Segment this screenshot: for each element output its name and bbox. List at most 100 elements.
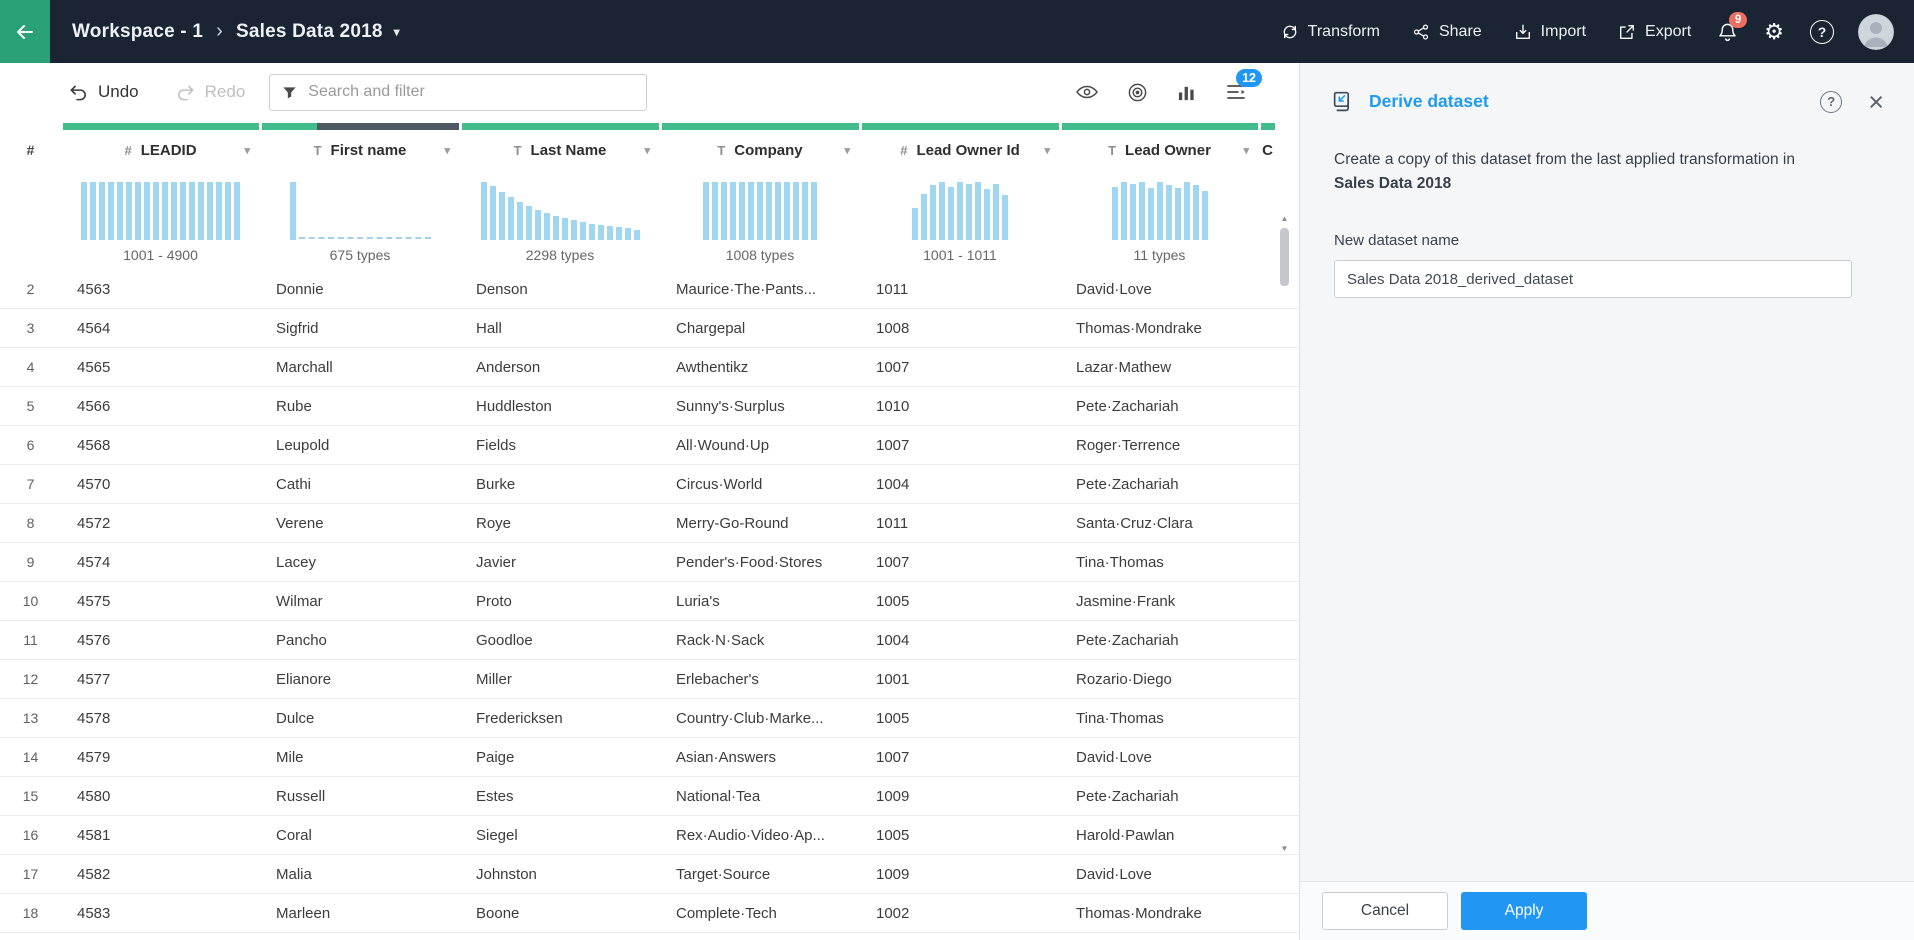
column-histogram[interactable]: 11 types [1060,170,1259,270]
column-header[interactable]: TCompany▾ [660,130,860,170]
histogram-bar [730,182,736,240]
table-cell: Rack·N·Sack [660,632,860,649]
table-cell: Proto [460,593,660,610]
histogram-bar [508,197,514,240]
table-cell: Erlebacher's [660,671,860,688]
scroll-down-icon[interactable]: ▼ [1278,842,1291,856]
table-row: 84572VereneRoyeMerry-Go-Round1011Santa·C… [0,504,1299,543]
row-number: 3 [0,320,61,336]
table-cell: 4565 [61,359,260,376]
preview-button[interactable] [1075,84,1099,100]
table-cell: Donnie [260,281,460,298]
column-histogram[interactable]: 1001 - 1011 [860,170,1060,270]
export-button[interactable]: Export [1618,23,1691,41]
table-cell: Johnston [460,866,660,883]
histogram-bar [90,182,96,240]
histogram-bar [811,182,817,240]
column-histogram[interactable]: 1008 types [660,170,860,270]
avatar[interactable] [1858,14,1894,50]
applied-steps-button[interactable]: 12 [1225,82,1247,102]
histogram-bar [544,213,550,240]
column-quality-bar[interactable] [1259,123,1276,130]
panel-title: Derive dataset [1369,91,1489,112]
data-quality-button[interactable] [1127,82,1148,103]
column-menu-caret-icon[interactable]: ▾ [1044,144,1050,157]
table-cell: Thomas·Mondrake [1060,905,1259,922]
histogram-bar [1112,187,1118,240]
table-cell: Roger·Terrence [1060,437,1259,454]
column-menu-caret-icon[interactable]: ▾ [844,144,850,157]
panel-close-icon[interactable]: × [1868,92,1884,112]
column-quality-bar[interactable] [61,123,260,130]
table-cell: Hall [460,320,660,337]
histogram-bar [948,187,954,240]
table-cell: Pete·Zachariah [1060,788,1259,805]
target-icon [1127,82,1148,103]
import-button[interactable]: Import [1514,23,1586,41]
histogram-bar [1202,191,1208,240]
column-stats-button[interactable] [1176,83,1197,102]
back-button[interactable] [0,0,50,63]
breadcrumb-dataset[interactable]: Sales Data 2018 [236,21,383,43]
column-header[interactable]: #LEADID▾ [61,130,260,170]
table-row: 114576PanchoGoodloeRack·N·Sack1004Pete·Z… [0,621,1299,660]
column-summary: 675 types [330,247,391,263]
column-quality-bar[interactable] [260,123,460,130]
row-number: 14 [0,749,61,765]
table-cell: Anderson [460,359,660,376]
column-menu-caret-icon[interactable]: ▾ [444,144,450,157]
share-button[interactable]: Share [1412,23,1482,41]
column-header[interactable]: #Lead Owner Id▾ [860,130,1060,170]
redo-label: Redo [205,82,246,102]
settings-button[interactable]: ⚙ [1764,21,1784,43]
histogram-bar [975,182,981,240]
breadcrumb-workspace[interactable]: Workspace - 1 [72,21,203,43]
table-row: 174582MaliaJohnstonTarget·Source1009Davi… [0,855,1299,894]
table-cell: Rex·Audio·Video·Ap... [660,827,860,844]
column-quality-bar[interactable] [1060,123,1259,130]
undo-button[interactable]: Undo [68,82,139,102]
histogram-bar [1121,182,1127,240]
panel-description-text: Create a copy of this dataset from the l… [1334,151,1795,168]
help-button[interactable]: ? [1810,20,1834,44]
column-quality-bar[interactable] [660,123,860,130]
column-histogram[interactable]: 675 types [260,170,460,270]
column-header[interactable]: C [1259,130,1276,170]
column-histogram[interactable] [1259,170,1276,270]
dataset-caret-icon[interactable]: ▾ [394,25,400,39]
table-cell: Russell [260,788,460,805]
notifications-button[interactable]: 9 [1717,21,1738,43]
cancel-button[interactable]: Cancel [1322,892,1448,930]
panel-help-icon[interactable]: ? [1820,91,1842,113]
table-cell: Roye [460,515,660,532]
search-input[interactable] [308,83,634,101]
table-cell: 1005 [860,593,1060,610]
column-menu-caret-icon[interactable]: ▾ [1243,144,1249,157]
histogram-bar [912,208,918,240]
column-header[interactable]: TLast Name▾ [460,130,660,170]
column-quality-bar[interactable] [860,123,1060,130]
column-header[interactable]: TFirst name▾ [260,130,460,170]
column-menu-caret-icon[interactable]: ▾ [644,144,650,157]
histogram-bar [499,192,505,240]
vertical-scroll-thumb[interactable] [1280,228,1289,286]
apply-button[interactable]: Apply [1461,892,1587,930]
column-menu-caret-icon[interactable]: ▾ [244,144,250,157]
table-cell: 1007 [860,554,1060,571]
new-dataset-name-input[interactable] [1334,260,1852,298]
transform-button[interactable]: Transform [1281,23,1380,41]
column-histogram[interactable]: 2298 types [460,170,660,270]
table-cell: Pancho [260,632,460,649]
column-type-icon: # [124,143,131,158]
table-row: 104575WilmarProtoLuria's1005Jasmine·Fran… [0,582,1299,621]
table-cell: Miller [460,671,660,688]
table-cell: 1009 [860,866,1060,883]
redo-button[interactable]: Redo [175,82,246,102]
scroll-up-icon[interactable]: ▲ [1278,212,1291,226]
histogram-bar [571,220,577,240]
column-histogram[interactable]: 1001 - 4900 [61,170,260,270]
filter-icon [282,85,297,100]
column-header[interactable]: TLead Owner▾ [1060,130,1259,170]
column-quality-bar[interactable] [460,123,660,130]
vertical-scrollbar[interactable]: ▲ ▼ [1278,212,1291,856]
